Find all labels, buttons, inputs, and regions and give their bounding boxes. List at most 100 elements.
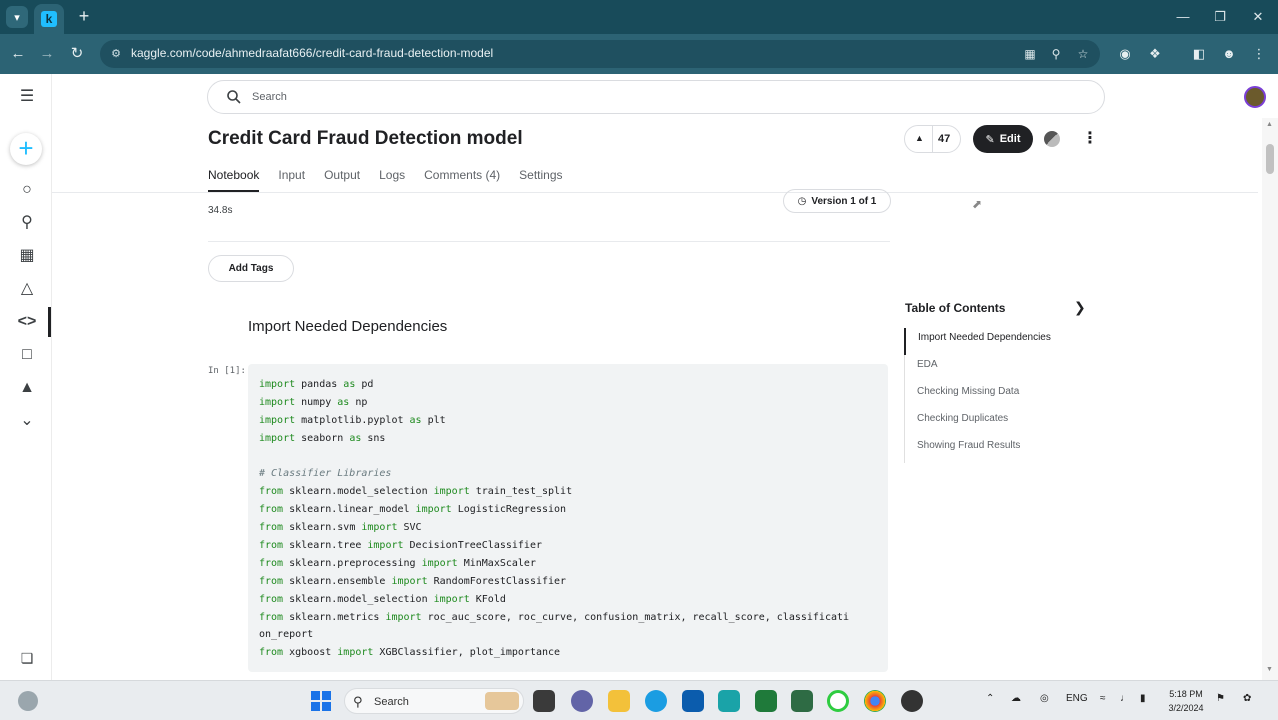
teams-chat-icon[interactable] <box>571 690 593 712</box>
toc-item-eda[interactable]: EDA <box>904 355 1051 382</box>
toc-item-import-dependencies[interactable]: Import Needed Dependencies <box>904 328 1051 355</box>
toc-item-fraud-results[interactable]: Showing Fraud Results <box>904 436 1051 463</box>
store-icon[interactable] <box>682 690 704 712</box>
your-work-icon[interactable]: ❏ <box>18 650 36 668</box>
cell-prompt: In [1]: <box>208 366 246 376</box>
scroll-up-icon[interactable]: ▲ <box>1266 121 1273 128</box>
extensions-puzzle-icon[interactable]: ❖ <box>1144 43 1166 65</box>
battery-icon[interactable]: ▮ <box>1140 693 1146 704</box>
site-info-icon[interactable]: ⚙ <box>108 46 124 62</box>
code-line: from sklearn.preprocessing import MinMax… <box>259 557 536 569</box>
chrome-icon[interactable] <box>864 690 886 712</box>
app-teal-icon[interactable] <box>718 690 740 712</box>
app-circle-icon[interactable] <box>827 690 849 712</box>
tab-input[interactable]: Input <box>278 160 305 192</box>
kaggle-sidebar: ☰ + ○ ⚲ ▦ △ <> □ ▲ ⌄ <box>0 74 52 680</box>
chevron-right-icon[interactable]: ❯ <box>1074 299 1088 315</box>
competitions-trophy-icon[interactable]: ⚲ <box>14 210 40 236</box>
user-avatar[interactable] <box>1244 86 1266 108</box>
close-window-button[interactable]: ✕ <box>1243 6 1273 28</box>
discussions-icon[interactable]: □ <box>14 342 40 368</box>
restore-button[interactable]: ❐ <box>1205 6 1235 28</box>
forward-icon[interactable]: → <box>36 43 58 65</box>
history-clock-icon: ◷ <box>797 195 807 207</box>
microphone-icon[interactable]: ◎ <box>1040 693 1049 704</box>
system-clock[interactable]: 5:18 PM 3/2/2024 <box>1162 687 1210 715</box>
notebook-tabs: Notebook Input Output Logs Comments (4) … <box>208 160 582 192</box>
notifications-icon[interactable]: ⚑ <box>1216 693 1225 704</box>
hamburger-menu-icon[interactable]: ☰ <box>14 84 40 110</box>
upvote-button[interactable]: ▲ 47 <box>904 125 961 153</box>
code-icon[interactable]: <> <box>14 309 40 335</box>
edit-button[interactable]: ✎ Edit <box>973 125 1033 153</box>
code-cell[interactable]: import pandas as pd import numpy as np i… <box>248 364 888 672</box>
toc-list: Import Needed Dependencies EDA Checking … <box>904 328 1051 463</box>
code-line: from sklearn.metrics import roc_auc_scor… <box>259 611 850 623</box>
code-line: import numpy as np <box>259 396 368 408</box>
widgets-icon[interactable] <box>18 691 38 711</box>
toc-item-duplicates[interactable]: Checking Duplicates <box>904 409 1051 436</box>
back-icon[interactable]: ← <box>7 43 29 65</box>
app-dark-green-icon[interactable] <box>791 690 813 712</box>
profile-icon[interactable]: ☻ <box>1218 43 1240 65</box>
zoom-icon[interactable]: ⚲ <box>1048 46 1064 62</box>
scroll-down-icon[interactable]: ▼ <box>1266 666 1273 673</box>
tab-comments[interactable]: Comments (4) <box>424 160 500 192</box>
onedrive-cloud-icon[interactable]: ☁ <box>1011 693 1021 704</box>
taskbar-search[interactable]: ⚲ Search <box>344 688 524 714</box>
datasets-table-icon[interactable]: ▦ <box>14 243 40 269</box>
app-green-icon[interactable] <box>755 690 777 712</box>
browser-menu-icon[interactable]: ⋮ <box>1248 43 1270 65</box>
tray-overflow-icon[interactable]: ⌃ <box>986 693 994 704</box>
tabs-divider <box>52 192 1258 193</box>
mouse-cursor-icon: ⬈ <box>972 197 983 211</box>
file-explorer-icon[interactable] <box>608 690 630 712</box>
edit-label: Edit <box>999 133 1021 145</box>
page-scrollbar[interactable]: ▲ ▼ <box>1262 118 1278 680</box>
upvote-arrow-icon: ▲ <box>915 133 924 143</box>
new-tab-button[interactable]: + <box>74 6 94 26</box>
install-app-icon[interactable]: ▦ <box>1022 46 1038 62</box>
tab-settings[interactable]: Settings <box>519 160 562 192</box>
wifi-icon[interactable]: ≈ <box>1100 693 1106 704</box>
bookmark-star-icon[interactable]: ☆ <box>1075 46 1091 62</box>
scroll-thumb[interactable] <box>1266 144 1274 174</box>
kaggle-search-bar[interactable]: Search <box>207 80 1105 114</box>
theme-toggle-icon[interactable] <box>1044 131 1060 147</box>
version-button[interactable]: ◷ Version 1 of 1 <box>783 189 891 213</box>
clock-time: 5:18 PM <box>1169 689 1203 699</box>
code-comment: # Classifier Libraries <box>259 468 392 480</box>
app-dark-icon[interactable] <box>901 690 923 712</box>
task-view-icon[interactable] <box>533 690 555 712</box>
taskbar-search-label: Search <box>374 696 409 708</box>
browser-tab-kaggle[interactable]: k <box>34 4 64 34</box>
more-options-icon[interactable]: ⋮ <box>1082 130 1098 148</box>
windows-start-icon[interactable] <box>311 691 331 711</box>
add-tags-button[interactable]: Add Tags <box>208 255 294 282</box>
taskbar-search-icon: ⚲ <box>353 694 363 709</box>
tab-output[interactable]: Output <box>324 160 360 192</box>
extension-circle-icon[interactable]: ◉ <box>1114 43 1136 65</box>
explore-compass-icon[interactable]: ○ <box>14 177 40 203</box>
search-placeholder: Search <box>252 91 287 103</box>
sidebar-active-indicator <box>48 307 51 337</box>
address-bar[interactable]: ⚙ kaggle.com/code/ahmedraafat666/credit-… <box>100 40 1100 68</box>
toc-item-missing-data[interactable]: Checking Missing Data <box>904 382 1051 409</box>
notebook-title: Credit Card Fraud Detection model <box>208 128 523 149</box>
language-indicator[interactable]: ENG <box>1066 693 1088 704</box>
reload-icon[interactable]: ↻ <box>66 43 88 65</box>
create-button[interactable]: + <box>10 133 42 165</box>
copilot-icon[interactable]: ✿ <box>1243 693 1251 704</box>
edge-browser-icon[interactable] <box>645 690 667 712</box>
code-line: on_report <box>259 629 314 641</box>
tab-logs[interactable]: Logs <box>379 160 405 192</box>
minimize-button[interactable]: — <box>1168 6 1198 28</box>
side-panel-icon[interactable]: ◧ <box>1188 43 1210 65</box>
volume-icon[interactable]: ♩ <box>1120 693 1130 704</box>
learn-cap-icon[interactable]: ▲ <box>14 375 40 401</box>
tab-search-icon[interactable]: ▾ <box>6 6 28 28</box>
models-icon[interactable]: △ <box>14 276 40 302</box>
tab-notebook[interactable]: Notebook <box>208 160 260 192</box>
more-chevron-down-icon[interactable]: ⌄ <box>14 408 40 434</box>
